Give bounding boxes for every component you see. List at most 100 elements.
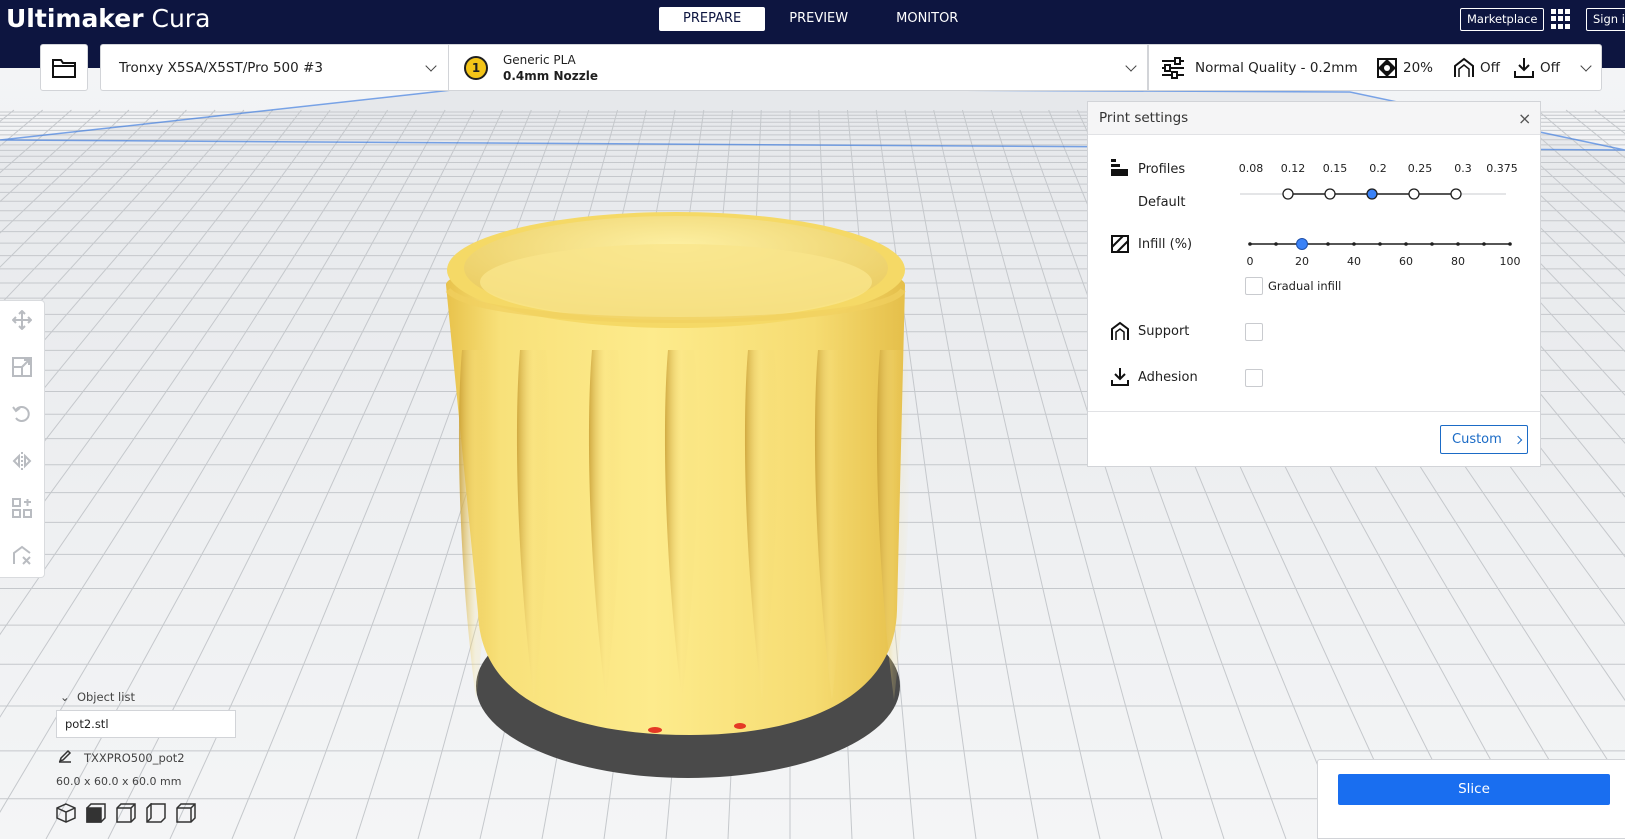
infill-slider[interactable] (1243, 234, 1515, 254)
adhesion-checkbox[interactable] (1245, 369, 1263, 387)
rotate-icon (12, 406, 30, 422)
object-dimensions: 60.0 x 60.0 x 60.0 mm (56, 775, 182, 788)
tab-monitor[interactable]: MONITOR (872, 7, 982, 31)
scale-icon (12, 357, 32, 377)
camera-view-buttons (56, 802, 196, 823)
adhesion-icon (1514, 58, 1534, 78)
infill-tick (1404, 242, 1408, 246)
material-name: Generic PLA (503, 53, 576, 67)
support-icon (1454, 57, 1474, 77)
layer-height-label: 0.12 (1280, 162, 1306, 175)
view-3d-icon[interactable] (56, 803, 76, 823)
layer-height-dot[interactable] (1450, 188, 1462, 200)
infill-slider-handle[interactable] (1296, 238, 1308, 250)
nozzle-size: 0.4mm Nozzle (503, 69, 598, 83)
signin-button[interactable]: Sign in (1586, 8, 1625, 31)
infill-tick (1430, 242, 1434, 246)
infill-icon (1111, 235, 1129, 253)
mirror-tool[interactable] (7, 446, 37, 476)
infill-tick-label: 20 (1295, 255, 1309, 268)
object-list-item[interactable]: pot2.stl (56, 710, 236, 738)
infill-tick-label: 100 (1499, 255, 1521, 268)
panel-header: Print settings × (1088, 102, 1540, 135)
close-icon[interactable]: × (1518, 109, 1531, 128)
material-selector[interactable]: 1 Generic PLA 0.4mm Nozzle (448, 44, 1148, 91)
tool-sidebar (0, 300, 45, 578)
infill-summary: 20% (1403, 60, 1434, 76)
view-left-icon[interactable] (146, 802, 166, 823)
action-panel: Slice (1317, 759, 1625, 839)
layer-height-label: 0.08 (1238, 162, 1264, 175)
move-icon (12, 310, 32, 330)
per-model-settings-tool[interactable] (7, 493, 37, 523)
application-header: Ultimaker Cura PREPARE PREVIEW MONITOR M… (0, 0, 1625, 42)
tab-preview[interactable]: PREVIEW (765, 7, 872, 31)
divider (1088, 411, 1540, 412)
infill-tick (1274, 242, 1278, 246)
support-checkbox[interactable] (1245, 323, 1263, 341)
chevron-down-icon (1580, 60, 1592, 72)
chevron-down-icon (1125, 60, 1137, 72)
stage-tabs: PREPARE PREVIEW MONITOR (659, 7, 982, 31)
support-icon (1111, 321, 1129, 340)
printer-selector[interactable]: Tronxy X5SA/X5ST/Pro 500 #3 (100, 44, 448, 91)
mirror-icon (12, 452, 32, 470)
adhesion-summary: Off (1540, 60, 1560, 76)
open-file-button[interactable] (40, 44, 88, 91)
adhesion-label: Adhesion (1138, 370, 1198, 385)
infill-tick (1352, 242, 1356, 246)
infill-tick (1326, 242, 1330, 246)
panel-title: Print settings (1099, 110, 1189, 126)
printer-name: Tronxy X5SA/X5ST/Pro 500 #3 (119, 60, 323, 76)
layer-height-slider[interactable] (1238, 184, 1508, 204)
support-label: Support (1138, 324, 1190, 339)
custom-settings-button[interactable]: Custom (1440, 425, 1528, 454)
layer-height-dot[interactable] (1408, 188, 1420, 200)
infill-tick-label: 40 (1347, 255, 1361, 268)
view-right-icon[interactable] (176, 803, 196, 823)
layer-height-dot[interactable] (1324, 188, 1336, 200)
infill-label: Infill (%) (1138, 237, 1193, 252)
view-front-icon[interactable] (86, 803, 106, 823)
gradual-infill-checkbox[interactable] (1245, 277, 1263, 295)
adhesion-icon (1111, 368, 1129, 386)
marketplace-button[interactable]: Marketplace (1460, 8, 1545, 31)
layer-height-label: 0.15 (1322, 162, 1348, 175)
per-model-settings-icon (12, 498, 32, 518)
layer-height-label: 0.375 (1486, 162, 1518, 175)
infill-tick-label: 60 (1399, 255, 1413, 268)
gradual-infill-label: Gradual infill (1268, 279, 1342, 293)
print-settings-selector[interactable]: Normal Quality - 0.2mm 20% Off Off (1148, 44, 1602, 91)
support-blocker-tool[interactable] (7, 540, 37, 570)
profiles-label: Profiles (1138, 162, 1186, 177)
slice-button[interactable]: Slice (1338, 774, 1610, 805)
layer-height-dot[interactable] (1282, 188, 1294, 200)
layer-height-label: 0.3 (1454, 162, 1472, 175)
chevron-down-icon (425, 60, 437, 72)
support-blocker-icon (13, 545, 31, 565)
infill-tick (1482, 242, 1486, 246)
object-list-toggle[interactable]: ⌄ Object list (60, 690, 135, 704)
infill-tick-label: 80 (1451, 255, 1465, 268)
scale-tool[interactable] (7, 352, 37, 382)
pencil-icon[interactable] (58, 749, 72, 763)
layer-height-label: 0.2 (1369, 162, 1387, 175)
infill-tick (1378, 242, 1382, 246)
tab-prepare[interactable]: PREPARE (659, 7, 766, 31)
layer-height-label: 0.25 (1407, 162, 1433, 175)
chevron-right-icon (1513, 435, 1523, 445)
infill-tick (1508, 242, 1512, 246)
infill-icon (1377, 58, 1397, 78)
view-top-icon[interactable] (116, 803, 136, 823)
profile-name: Default (1138, 195, 1186, 210)
layer-height-selected-dot[interactable] (1366, 188, 1378, 200)
infill-tick-label: 0 (1246, 255, 1254, 268)
rotate-tool[interactable] (7, 399, 37, 429)
app-logo: Ultimaker Cura (6, 4, 211, 33)
apps-grid-icon[interactable] (1551, 9, 1571, 29)
infill-tick (1248, 242, 1252, 246)
move-tool[interactable] (7, 305, 37, 335)
profiles-icon (1111, 159, 1128, 176)
support-summary: Off (1480, 60, 1500, 76)
sliders-icon (1162, 57, 1184, 79)
